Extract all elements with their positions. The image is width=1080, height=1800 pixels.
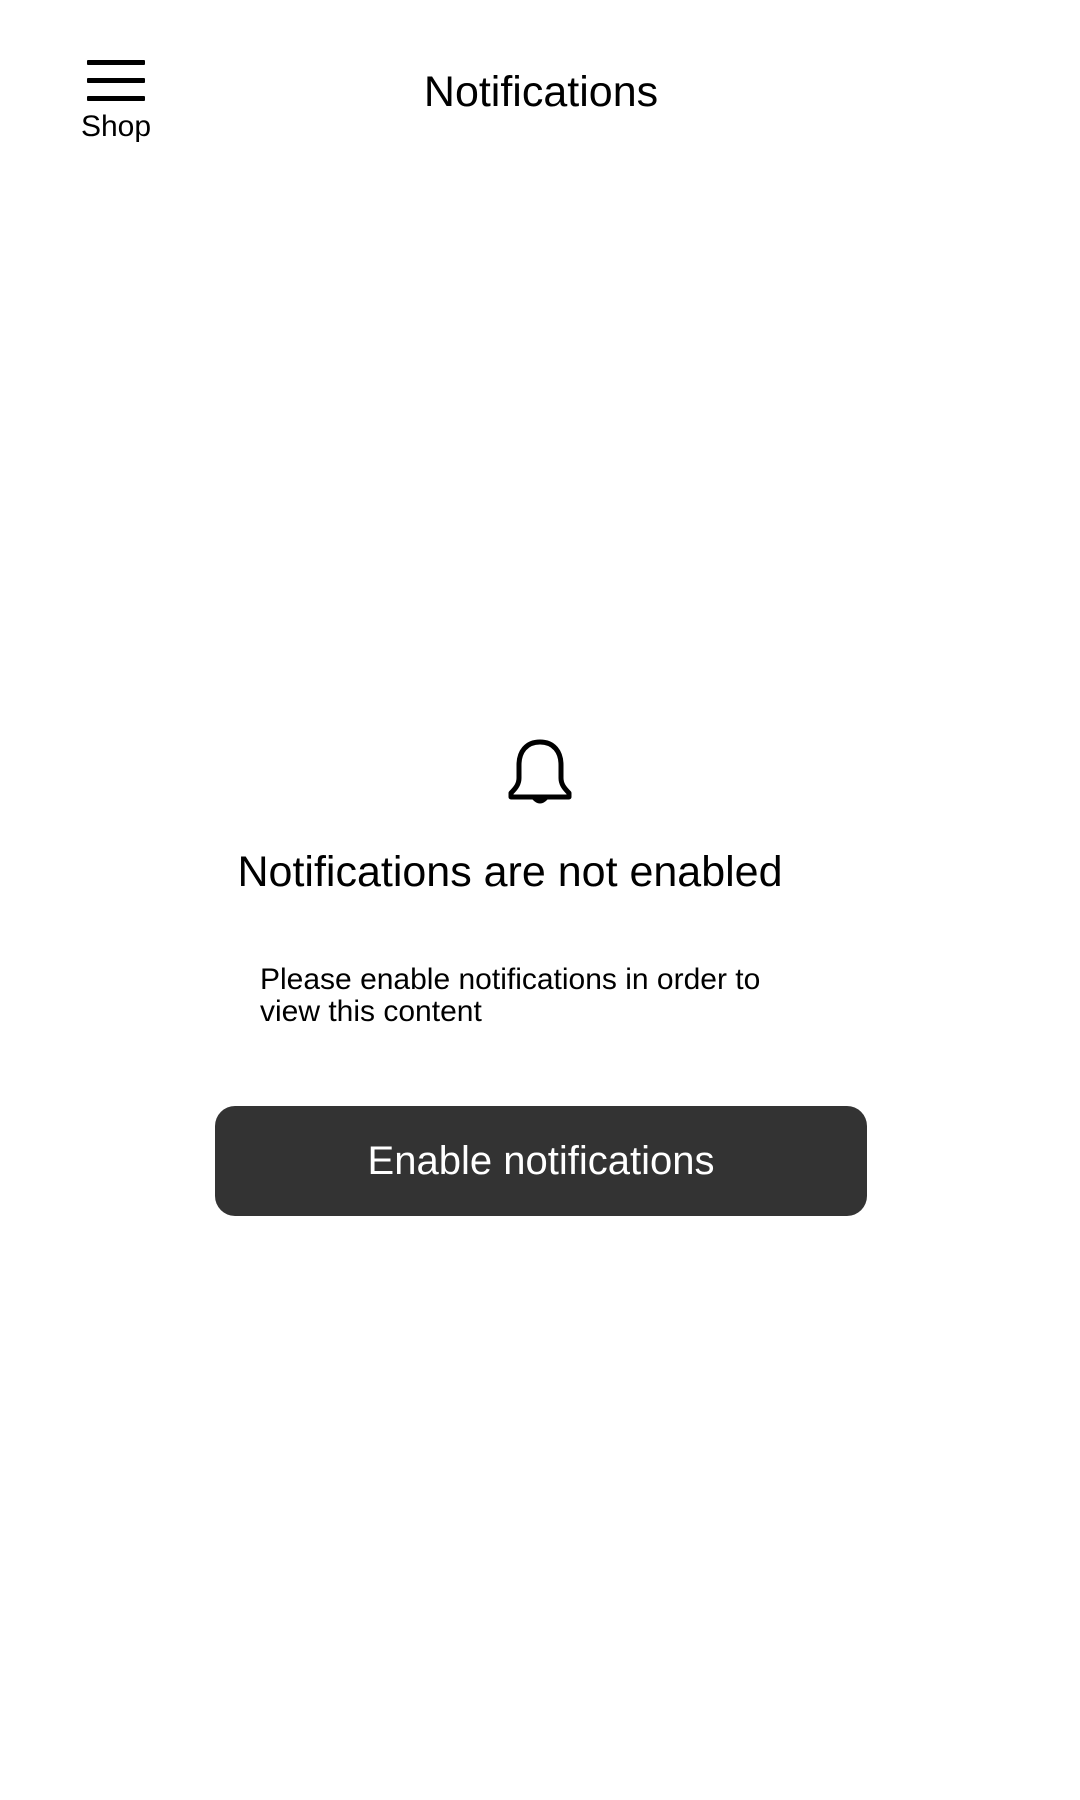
page-title: Notifications: [423, 68, 659, 116]
notifications-screen: Shop Notifications Notifications are not…: [0, 0, 1080, 1800]
bell-icon: [508, 739, 572, 804]
empty-state-title: Notifications are not enabled: [237, 848, 783, 896]
enable-notifications-button[interactable]: Enable notifications: [215, 1106, 867, 1216]
empty-state-message: Please enable notifications in order to …: [260, 963, 761, 1028]
